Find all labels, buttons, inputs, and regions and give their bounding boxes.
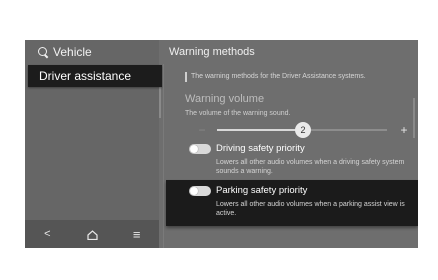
- page-description: The warning methods for the Driver Assis…: [191, 73, 366, 80]
- description-marker: [185, 72, 187, 82]
- warning-volume-title: Warning volume: [185, 93, 265, 105]
- back-button[interactable]: <: [32, 224, 62, 244]
- toggle-knob: [190, 187, 198, 195]
- toggle-knob: [190, 145, 198, 153]
- bottom-nav-bar: < ≡: [25, 220, 159, 248]
- driving-safety-priority-toggle[interactable]: [189, 144, 211, 154]
- menu-item-label: Driver assistance: [39, 69, 132, 83]
- volume-slider-fill: [217, 129, 303, 131]
- search-label: Vehicle: [53, 45, 92, 59]
- back-icon: <: [44, 228, 51, 240]
- volume-decrease-button[interactable]: −: [195, 123, 209, 137]
- search-icon: [38, 47, 48, 57]
- page-title: Warning methods: [169, 46, 255, 58]
- parking-safety-priority-title: Parking safety priority: [216, 185, 308, 196]
- panel-divider: [163, 64, 164, 248]
- volume-value: 2: [300, 125, 306, 135]
- volume-slider-handle[interactable]: 2: [295, 122, 311, 138]
- menu-item-driver-assistance[interactable]: Driver assistance: [28, 65, 162, 87]
- search-vehicle[interactable]: Vehicle: [25, 40, 159, 64]
- driving-safety-priority-title: Driving safety priority: [216, 143, 305, 154]
- parking-safety-priority-toggle[interactable]: [189, 186, 211, 196]
- home-button[interactable]: [77, 224, 107, 244]
- driving-safety-priority-description: Lowers all other audio volumes when a dr…: [216, 159, 405, 175]
- infotainment-screen: Vehicle < ≡ Driver assistance Warning me…: [25, 40, 418, 248]
- parking-safety-priority-description: Lowers all other audio volumes when a pa…: [216, 201, 405, 217]
- menu-icon: ≡: [132, 226, 141, 242]
- home-icon: [87, 229, 98, 240]
- volume-increase-button[interactable]: +: [397, 123, 411, 137]
- menu-button[interactable]: ≡: [122, 224, 152, 244]
- warning-volume-subtitle: The volume of the warning sound.: [185, 110, 291, 117]
- right-scrollbar[interactable]: [413, 98, 415, 138]
